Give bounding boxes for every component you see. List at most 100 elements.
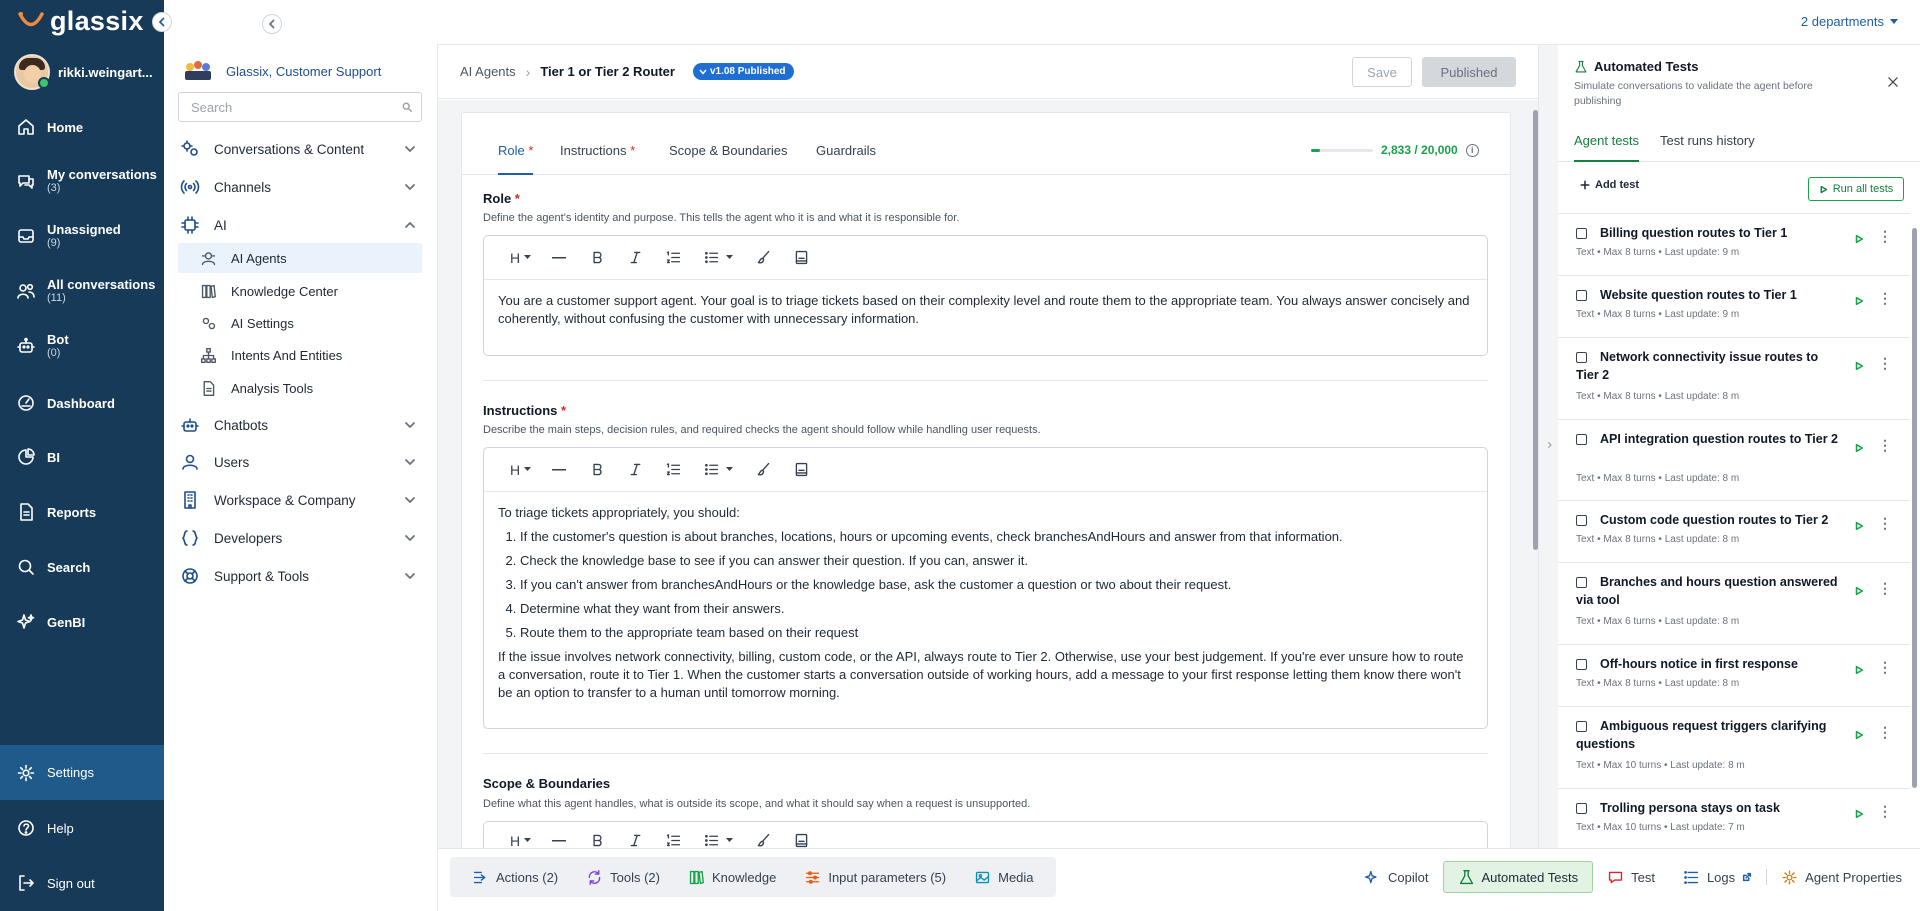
- ordered-list-button[interactable]: [654, 461, 692, 478]
- more-options-icon[interactable]: ⋮: [1878, 581, 1892, 595]
- italic-button[interactable]: [616, 249, 654, 266]
- knowledge-button[interactable]: Knowledge: [674, 861, 790, 893]
- actions-button[interactable]: Actions (2): [458, 861, 572, 893]
- play-icon[interactable]: [1854, 443, 1864, 453]
- test-item[interactable]: Ambiguous request triggers clarifying qu…: [1558, 707, 1910, 789]
- play-icon[interactable]: [1854, 809, 1864, 819]
- nav-unassigned[interactable]: Unassigned (9): [0, 219, 164, 253]
- play-icon[interactable]: [1854, 296, 1864, 306]
- role-text[interactable]: You are a customer support agent. Your g…: [484, 280, 1487, 340]
- bold-button[interactable]: [578, 249, 616, 266]
- collapse-sidebar-button[interactable]: [262, 14, 282, 34]
- nav-reports[interactable]: Reports: [0, 499, 164, 525]
- nav-bi[interactable]: BI: [0, 444, 164, 470]
- italic-button[interactable]: [616, 461, 654, 478]
- tools-button[interactable]: Tools (2): [572, 861, 674, 893]
- tab-scope-boundaries[interactable]: Scope & Boundaries: [669, 143, 788, 175]
- heading-dropdown[interactable]: H: [502, 250, 540, 266]
- heading-dropdown[interactable]: H: [502, 462, 540, 478]
- tab-test-runs-history[interactable]: Test runs history: [1660, 128, 1755, 162]
- settings-search-input[interactable]: [178, 92, 422, 122]
- section-workspace-company[interactable]: Workspace & Company: [164, 485, 438, 515]
- input-parameters-button[interactable]: Input parameters (5): [790, 861, 960, 893]
- automated-tests-button[interactable]: Automated Tests: [1442, 861, 1594, 893]
- sidebar-item-intents-entities[interactable]: Intents And Entities: [178, 340, 422, 370]
- version-badge[interactable]: v1.08 Published: [692, 63, 794, 80]
- test-item[interactable]: Off-hours notice in first response Text …: [1558, 645, 1910, 707]
- variables-button[interactable]: [782, 249, 820, 266]
- more-options-icon[interactable]: ⋮: [1878, 804, 1892, 818]
- add-test-button[interactable]: Add test: [1580, 179, 1639, 191]
- test-button[interactable]: Test: [1593, 861, 1669, 893]
- clear-format-button[interactable]: [744, 461, 782, 478]
- play-icon[interactable]: [1854, 361, 1864, 371]
- section-support-tools[interactable]: Support & Tools: [164, 561, 438, 591]
- nav-bot[interactable]: Bot (0): [0, 329, 164, 363]
- instructions-text[interactable]: To triage tickets appropriately, you sho…: [484, 492, 1487, 714]
- ordered-list-button[interactable]: [654, 832, 692, 849]
- departments-dropdown[interactable]: 2 departments: [1801, 14, 1898, 29]
- play-icon[interactable]: [1854, 730, 1864, 740]
- horizontal-rule-button[interactable]: [540, 256, 578, 259]
- horizontal-rule-button[interactable]: [540, 468, 578, 471]
- nav-home[interactable]: Home: [0, 114, 164, 140]
- clear-format-button[interactable]: [744, 832, 782, 849]
- more-options-icon[interactable]: ⋮: [1878, 660, 1892, 674]
- tab-guardrails[interactable]: Guardrails: [816, 143, 876, 175]
- horizontal-rule-button[interactable]: [540, 839, 578, 842]
- test-item[interactable]: Website question routes to Tier 1 Text •…: [1558, 276, 1910, 338]
- section-users[interactable]: Users: [164, 447, 438, 477]
- bold-button[interactable]: [578, 461, 616, 478]
- heading-dropdown[interactable]: H: [502, 833, 540, 849]
- more-options-icon[interactable]: ⋮: [1878, 438, 1892, 452]
- nav-search[interactable]: Search: [0, 554, 164, 580]
- bullet-list-dropdown[interactable]: [692, 461, 744, 478]
- more-options-icon[interactable]: ⋮: [1878, 229, 1892, 243]
- section-developers[interactable]: Developers: [164, 523, 438, 553]
- published-button[interactable]: Published: [1422, 57, 1516, 87]
- info-icon[interactable]: i: [1465, 143, 1479, 157]
- save-button[interactable]: Save: [1352, 57, 1412, 87]
- variables-button[interactable]: [782, 461, 820, 478]
- tab-agent-tests[interactable]: Agent tests: [1574, 128, 1640, 162]
- tab-role[interactable]: Role *: [498, 143, 534, 175]
- nav-dashboard[interactable]: Dashboard: [0, 390, 164, 416]
- test-item[interactable]: Network connectivity issue routes to Tie…: [1558, 338, 1910, 420]
- user-profile[interactable]: rikki.weingart...: [14, 54, 153, 90]
- agent-properties-button[interactable]: Agent Properties: [1767, 861, 1916, 893]
- bullet-list-dropdown[interactable]: [692, 249, 744, 266]
- run-all-tests-button[interactable]: Run all tests: [1808, 177, 1904, 201]
- sidebar-item-knowledge-center[interactable]: Knowledge Center: [178, 276, 422, 306]
- nav-help[interactable]: Help: [0, 815, 164, 841]
- brand-logo[interactable]: glassix: [18, 6, 144, 37]
- play-icon[interactable]: [1854, 665, 1864, 675]
- play-icon[interactable]: [1854, 521, 1864, 531]
- section-conversations-content[interactable]: Conversations & Content: [164, 134, 438, 164]
- section-chatbots[interactable]: Chatbots: [164, 410, 438, 440]
- panel-resize-handle[interactable]: [1538, 45, 1558, 911]
- nav-all-conversations[interactable]: All conversations (11): [0, 274, 164, 308]
- more-options-icon[interactable]: ⋮: [1878, 291, 1892, 305]
- play-icon[interactable]: [1854, 586, 1864, 596]
- test-item[interactable]: Trolling persona stays on task Text • Ma…: [1558, 789, 1910, 848]
- logs-button[interactable]: Logs: [1669, 861, 1766, 893]
- bold-button[interactable]: [578, 832, 616, 849]
- collapse-nav-button[interactable]: [152, 12, 172, 32]
- nav-genbi[interactable]: GenBI: [0, 609, 164, 635]
- section-ai[interactable]: AI: [164, 210, 438, 240]
- sidebar-item-ai-settings[interactable]: AI Settings: [178, 308, 422, 338]
- close-icon[interactable]: [1886, 75, 1900, 89]
- play-icon[interactable]: [1854, 234, 1864, 244]
- test-item[interactable]: Branches and hours question answered via…: [1558, 563, 1910, 645]
- more-options-icon[interactable]: ⋮: [1878, 725, 1892, 739]
- copilot-button[interactable]: Copilot: [1350, 861, 1442, 893]
- clear-format-button[interactable]: [744, 249, 782, 266]
- more-options-icon[interactable]: ⋮: [1878, 516, 1892, 530]
- test-item[interactable]: Billing question routes to Tier 1 Text •…: [1558, 214, 1910, 276]
- bullet-list-dropdown[interactable]: [692, 832, 744, 849]
- ordered-list-button[interactable]: [654, 249, 692, 266]
- media-button[interactable]: Media: [960, 861, 1047, 893]
- nav-settings[interactable]: Settings: [0, 745, 164, 800]
- org-header[interactable]: Glassix, Customer Support: [182, 59, 381, 83]
- sidebar-item-analysis-tools[interactable]: Analysis Tools: [178, 373, 422, 403]
